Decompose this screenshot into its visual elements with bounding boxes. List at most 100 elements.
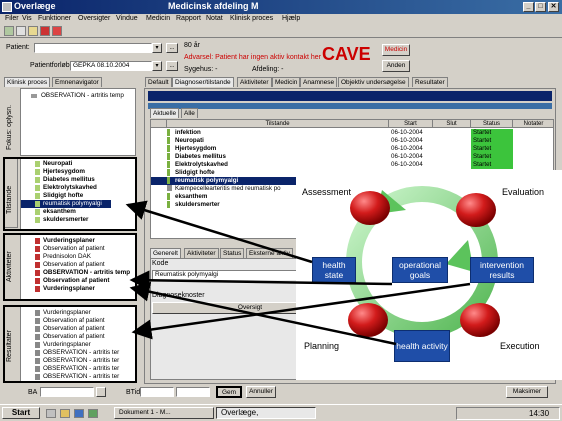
patient-search-button[interactable]: ... [166,43,178,53]
tab-aktuelle[interactable]: Aktuelle [150,108,180,118]
cell-name: reumatisk polymyalgi [175,177,239,184]
menu-oversigter[interactable]: Oversigter [78,15,110,22]
menu-hjaelp[interactable]: Hjælp [282,15,300,22]
cell-status: Startet [471,145,513,153]
cell-name: Hjertesygdom [175,145,217,152]
quicklaunch-icon[interactable] [74,409,84,418]
annuller-button[interactable]: Annuller [246,386,276,398]
diagnosis-icon [167,201,170,208]
diagnosis-icon [167,145,170,152]
tab-diagnoser[interactable]: Diagnoser/tilstande [172,77,234,87]
tab-alle[interactable]: Alle [181,108,198,118]
diagnosis-icon [167,137,170,144]
tab-klinisk-proces[interactable]: Klinisk proces [4,77,51,87]
column-header-status[interactable]: Status [471,120,513,128]
menu-klinisk-proces[interactable]: Klinisk proces [230,15,273,22]
cell-status: Startet [471,153,513,161]
window-subtitle: Medicinsk afdeling M [168,1,259,11]
app-title: Overlæge [14,1,56,11]
diagnosis-icon [167,177,170,184]
menu-vindue[interactable]: Vindue [116,15,138,22]
task-dokument[interactable]: Dokument 1 - M... [114,407,214,419]
cell-start: 06-10-2004 [391,137,423,144]
table-row[interactable]: Diabetes mellitus 06-10-2004 Startet [151,153,553,161]
column-header-slut[interactable]: Slut [433,120,471,128]
menu-rapport[interactable]: Rapport [176,15,201,22]
tab-status[interactable]: Status [220,248,245,258]
print-icon[interactable] [16,26,26,36]
ba-field[interactable] [40,387,94,397]
gem-button[interactable]: Gem [216,386,242,398]
forloeb-search-button[interactable]: ... [166,61,178,71]
ba-button[interactable] [96,387,106,397]
tree-icon [31,94,37,98]
menu-vis[interactable]: Vis [22,15,32,22]
column-header-tilstande[interactable]: Tilstande [167,120,389,128]
column-header-start[interactable]: Start [389,120,433,128]
intervention-results-box: intervention results [470,257,534,283]
table-row[interactable]: Neuropati 06-10-2004 Startet [151,137,553,145]
anden-button[interactable]: Anden [382,60,410,72]
cell-status: Startet [471,137,513,145]
open-icon[interactable] [28,26,38,36]
table-row[interactable]: infektion 06-10-2004 Startet [151,129,553,137]
tab-objektiv[interactable]: Objektiv undersøgelse [338,77,409,87]
health-activity-box: health activity [394,330,450,362]
btid-field-2[interactable] [176,387,210,397]
planning-label: Planning [304,341,340,351]
column-header-notater[interactable]: Notater [513,120,553,128]
maksimer-button[interactable]: Maksimer [506,386,548,398]
cell-status: Startet [471,129,513,137]
diagnosis-icon [167,193,170,200]
maximize-button[interactable]: □ [535,2,546,12]
tab-eksterne[interactable]: Eksterne aktiv [246,248,293,258]
cell-name: Neuropati [175,137,204,144]
quicklaunch-icon[interactable] [46,409,56,418]
tab-medicin[interactable]: Medicin [272,77,301,87]
forloeb-field[interactable]: GEPKA 08.10.2004 [70,61,152,71]
quicklaunch-icon[interactable] [60,409,70,418]
patient-field[interactable] [34,43,152,53]
fokus-label: Fokus: oplysn. [6,104,13,150]
tab-aktiviteter[interactable]: Aktiviteter [237,77,272,87]
menu-medicin[interactable]: Medicin [146,15,170,22]
tab-generelt[interactable]: Generelt [150,248,181,258]
refresh-icon[interactable] [4,26,14,36]
quicklaunch-icon[interactable] [88,409,98,418]
kode-field[interactable]: Reumatisk polymyalgi [152,270,302,280]
table-row[interactable]: Hjertesygdom 06-10-2004 Startet [151,145,553,153]
btid-field[interactable] [140,387,174,397]
execution-label: Execution [500,341,540,351]
tilstande-highlight-box [3,157,137,231]
diagnose-label: Diagnoseknoster [152,292,205,299]
list-item[interactable]: OBSERVATION - artritis temp [21,92,124,100]
start-button[interactable]: Start [2,407,40,419]
ba-label: BA [28,389,38,396]
minimize-button[interactable]: _ [523,2,534,12]
diagnosis-icon [167,129,170,136]
menu-funktioner[interactable]: Funktioner [38,15,71,22]
close-button[interactable]: ✕ [548,2,559,12]
tab-anamnese[interactable]: Anamnese [300,77,338,87]
medicin-button[interactable]: Medicin [382,44,410,56]
cell-name: Elektrolytskavhed [175,161,228,168]
cave-label[interactable]: CAVE [322,44,371,65]
assessment-sphere [350,191,390,225]
menu-notat[interactable]: Notat [206,15,223,22]
tab-resultater[interactable]: Resultater [412,77,448,87]
patient-age: 80 år [184,42,200,49]
tab-emnenavigator[interactable]: Emnenavigator [52,77,102,87]
task-overlaege[interactable]: Overlæge, [216,407,316,419]
menu-filer[interactable]: Filer [5,15,19,22]
sygehus-text: Sygehus: - [184,66,218,73]
warning-text: Advarsel: Patient har ingen aktiv kontak… [184,54,321,61]
forloeb-dropdown-arrow[interactable]: ▾ [152,61,162,71]
app-icon [2,2,12,12]
tab-default[interactable]: Default [145,77,172,87]
patient-dropdown-arrow[interactable]: ▾ [152,43,162,53]
title-bar: Overlæge Medicinsk afdeling M _ □ ✕ [0,0,562,14]
tab-aktiviteter-lower[interactable]: Aktiviteter [184,248,219,258]
table-row[interactable]: Elektrolytskavhed 06-10-2004 Startet [151,161,553,169]
delete-icon[interactable] [40,26,50,36]
cancel-icon[interactable] [52,26,62,36]
